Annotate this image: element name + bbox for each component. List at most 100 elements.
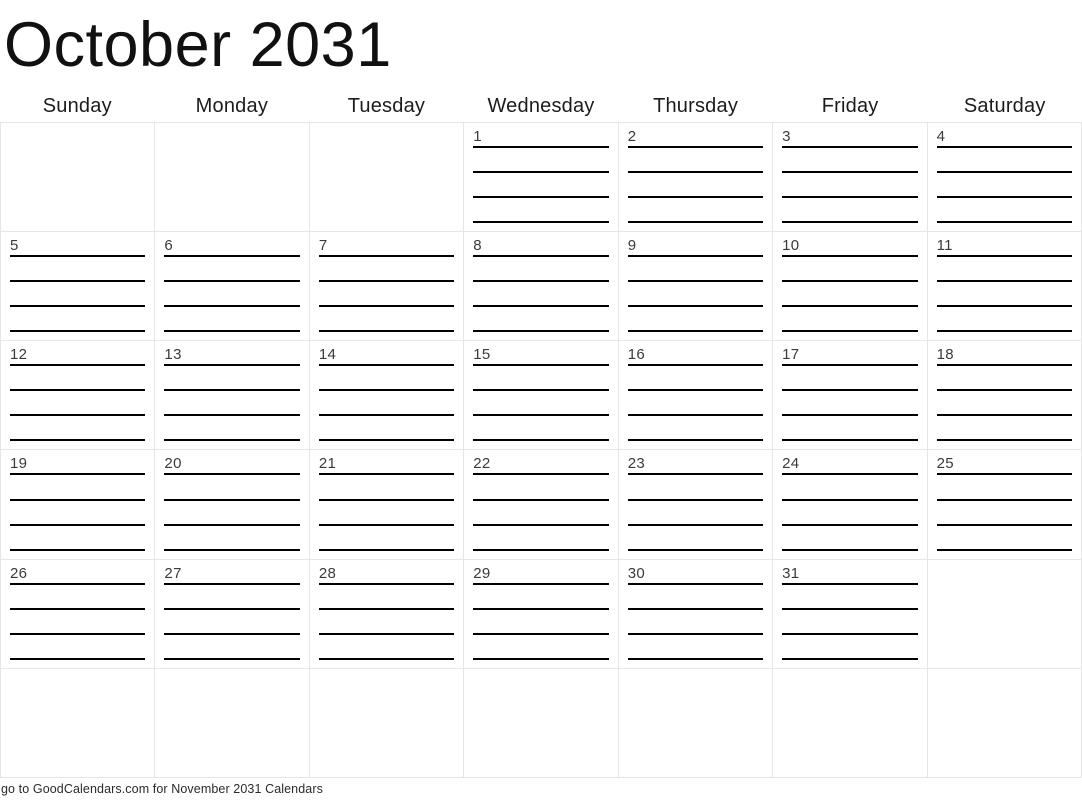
- note-line[interactable]: [10, 607, 146, 610]
- note-line[interactable]: [782, 473, 918, 476]
- note-line[interactable]: [473, 498, 609, 501]
- note-line[interactable]: [936, 255, 1072, 258]
- day-cell-20[interactable]: 20: [155, 450, 310, 560]
- note-line[interactable]: [936, 330, 1072, 333]
- note-line[interactable]: [164, 657, 300, 660]
- note-line[interactable]: [936, 280, 1072, 283]
- note-line[interactable]: [627, 473, 764, 476]
- note-line[interactable]: [318, 657, 455, 660]
- day-cell-2[interactable]: 2: [618, 123, 774, 233]
- note-line[interactable]: [10, 389, 146, 392]
- note-line[interactable]: [164, 632, 300, 635]
- note-line[interactable]: [318, 364, 455, 367]
- note-line[interactable]: [627, 607, 764, 610]
- day-cell-empty[interactable]: [773, 668, 928, 778]
- day-cell-3[interactable]: 3: [773, 123, 928, 233]
- note-line[interactable]: [164, 389, 300, 392]
- note-line[interactable]: [627, 632, 764, 635]
- note-line[interactable]: [473, 473, 609, 476]
- day-cell-15[interactable]: 15: [464, 341, 619, 451]
- note-line[interactable]: [782, 171, 918, 174]
- note-line[interactable]: [782, 255, 918, 258]
- day-cell-empty[interactable]: [927, 668, 1082, 778]
- day-cell-28[interactable]: 28: [309, 559, 465, 669]
- note-line[interactable]: [627, 582, 764, 585]
- note-line[interactable]: [473, 221, 609, 224]
- day-cell-1[interactable]: 1: [464, 123, 619, 233]
- note-line[interactable]: [164, 548, 300, 551]
- day-cell-25[interactable]: 25: [927, 450, 1082, 560]
- day-cell-empty[interactable]: [155, 123, 310, 233]
- day-cell-empty[interactable]: [1, 668, 156, 778]
- note-line[interactable]: [627, 255, 764, 258]
- note-line[interactable]: [10, 439, 146, 442]
- note-line[interactable]: [318, 280, 455, 283]
- note-line[interactable]: [936, 305, 1072, 308]
- note-line[interactable]: [627, 196, 764, 199]
- note-line[interactable]: [473, 305, 609, 308]
- note-line[interactable]: [10, 548, 146, 551]
- note-line[interactable]: [936, 146, 1072, 148]
- note-line[interactable]: [782, 364, 918, 367]
- note-line[interactable]: [782, 582, 918, 585]
- day-cell-12[interactable]: 12: [1, 341, 156, 451]
- day-cell-21[interactable]: 21: [309, 450, 465, 560]
- day-cell-empty[interactable]: [618, 668, 774, 778]
- note-line[interactable]: [318, 582, 455, 585]
- note-line[interactable]: [782, 389, 918, 392]
- note-line[interactable]: [627, 523, 764, 526]
- note-line[interactable]: [10, 523, 146, 526]
- note-line[interactable]: [10, 305, 146, 308]
- note-line[interactable]: [627, 221, 764, 224]
- note-line[interactable]: [627, 548, 764, 551]
- note-line[interactable]: [782, 607, 918, 610]
- note-line[interactable]: [318, 439, 455, 442]
- note-line[interactable]: [627, 657, 764, 660]
- day-cell-8[interactable]: 8: [464, 232, 619, 342]
- note-line[interactable]: [782, 657, 918, 660]
- note-line[interactable]: [936, 523, 1072, 526]
- day-cell-5[interactable]: 5: [1, 232, 156, 342]
- note-line[interactable]: [473, 389, 609, 392]
- note-line[interactable]: [782, 632, 918, 635]
- note-line[interactable]: [318, 632, 455, 635]
- note-line[interactable]: [782, 330, 918, 333]
- day-cell-4[interactable]: 4: [927, 123, 1082, 233]
- note-line[interactable]: [627, 414, 764, 417]
- note-line[interactable]: [473, 523, 609, 526]
- note-line[interactable]: [473, 171, 609, 174]
- note-line[interactable]: [318, 414, 455, 417]
- note-line[interactable]: [936, 364, 1072, 367]
- note-line[interactable]: [473, 364, 609, 367]
- note-line[interactable]: [782, 196, 918, 199]
- day-cell-7[interactable]: 7: [309, 232, 465, 342]
- note-line[interactable]: [318, 389, 455, 392]
- day-cell-empty[interactable]: [155, 668, 310, 778]
- day-cell-6[interactable]: 6: [155, 232, 310, 342]
- day-cell-empty[interactable]: [927, 559, 1082, 669]
- day-cell-17[interactable]: 17: [773, 341, 928, 451]
- note-line[interactable]: [10, 330, 146, 333]
- note-line[interactable]: [473, 548, 609, 551]
- note-line[interactable]: [782, 439, 918, 442]
- note-line[interactable]: [164, 330, 300, 333]
- note-line[interactable]: [782, 523, 918, 526]
- note-line[interactable]: [318, 305, 455, 308]
- day-cell-empty[interactable]: [1, 123, 156, 233]
- note-line[interactable]: [164, 473, 300, 476]
- note-line[interactable]: [782, 305, 918, 308]
- note-line[interactable]: [473, 196, 609, 199]
- note-line[interactable]: [473, 439, 609, 442]
- note-line[interactable]: [10, 414, 146, 417]
- note-line[interactable]: [318, 548, 455, 551]
- note-line[interactable]: [627, 389, 764, 392]
- note-line[interactable]: [318, 523, 455, 526]
- day-cell-24[interactable]: 24: [773, 450, 928, 560]
- note-line[interactable]: [10, 280, 146, 283]
- note-line[interactable]: [782, 280, 918, 283]
- note-line[interactable]: [10, 473, 146, 476]
- note-line[interactable]: [10, 632, 146, 635]
- note-line[interactable]: [164, 414, 300, 417]
- note-line[interactable]: [10, 657, 146, 660]
- note-line[interactable]: [627, 305, 764, 308]
